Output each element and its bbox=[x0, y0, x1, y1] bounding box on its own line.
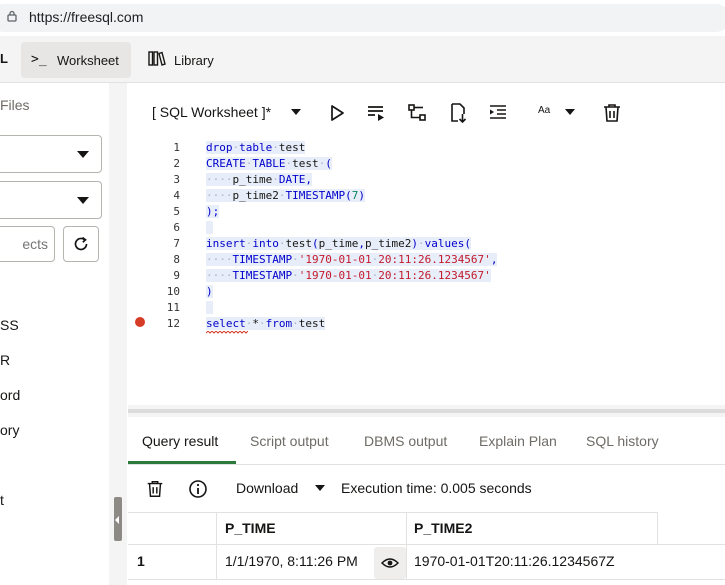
chevron-down-icon[interactable] bbox=[291, 109, 301, 115]
tab-dbms-output[interactable]: DBMS output bbox=[364, 433, 447, 449]
library-icon bbox=[148, 51, 166, 66]
code-line bbox=[206, 221, 213, 234]
tab-script-output[interactable]: Script output bbox=[250, 433, 329, 449]
line-number: 5 bbox=[173, 205, 180, 218]
object-item[interactable]: t bbox=[0, 492, 4, 508]
tab-library-label: Library bbox=[174, 53, 214, 68]
explain-plan-icon[interactable] bbox=[406, 102, 428, 124]
grid-line bbox=[128, 579, 725, 580]
code-line: drop·table·test bbox=[206, 141, 306, 154]
chevron-left-icon bbox=[115, 516, 119, 524]
view-value-button[interactable] bbox=[374, 547, 406, 579]
line-number: 2 bbox=[173, 157, 180, 170]
files-tab[interactable]: Files bbox=[0, 97, 30, 113]
error-squiggle bbox=[206, 331, 248, 334]
grid-line bbox=[657, 512, 658, 544]
tab-worksheet[interactable]: >_ Worksheet bbox=[21, 42, 131, 78]
object-item[interactable]: ord bbox=[0, 387, 20, 403]
object-item[interactable]: R bbox=[0, 352, 10, 368]
line-number: 9 bbox=[173, 269, 180, 282]
grid-line bbox=[406, 512, 407, 579]
result-tabs: Query result Script output DBMS output E… bbox=[128, 420, 725, 465]
execution-time: Execution time: 0.005 seconds bbox=[341, 480, 532, 496]
row-number: 1 bbox=[137, 553, 145, 569]
worksheet-title[interactable]: [ SQL Worksheet ]* bbox=[152, 104, 271, 120]
browser-address-bar: https://freesql.com bbox=[0, 0, 725, 36]
run-icon[interactable] bbox=[326, 102, 348, 124]
run-script-icon[interactable] bbox=[365, 102, 387, 124]
table-cell[interactable]: 1970-01-01T20:11:26.1234567Z bbox=[414, 553, 615, 569]
tab-library[interactable]: Library bbox=[146, 42, 236, 78]
tab-sql-history[interactable]: SQL history bbox=[586, 433, 659, 449]
eye-icon bbox=[381, 558, 399, 568]
trash-icon[interactable] bbox=[145, 479, 165, 499]
chevron-down-icon bbox=[77, 197, 89, 204]
info-icon[interactable] bbox=[188, 479, 208, 499]
table-cell[interactable]: 1/1/1970, 8:11:26 PM bbox=[225, 553, 358, 569]
chevron-down-icon[interactable] bbox=[565, 109, 575, 115]
line-number: 7 bbox=[173, 237, 180, 250]
url-text[interactable]: https://freesql.com bbox=[29, 9, 143, 25]
code-line: select·*·from·test bbox=[206, 317, 326, 330]
result-grid: P_TIME P_TIME2 1 1/1/1970, 8:11:26 PM 19… bbox=[128, 512, 725, 585]
chevron-down-icon[interactable] bbox=[315, 485, 325, 491]
code-line: ····p_time·DATE, bbox=[206, 173, 312, 186]
result-toolbar: Download Execution time: 0.005 seconds bbox=[128, 465, 725, 512]
splitter-line bbox=[128, 409, 725, 413]
tab-query-result[interactable]: Query result bbox=[142, 433, 218, 449]
terminal-icon: >_ bbox=[31, 52, 47, 67]
refresh-icon bbox=[74, 236, 88, 251]
active-tab-indicator bbox=[128, 461, 236, 464]
code-line: ) bbox=[206, 285, 213, 298]
grid-line bbox=[128, 544, 725, 545]
navigator-panel: Files SS R ord ory t bbox=[0, 83, 108, 585]
code-line bbox=[206, 301, 213, 314]
trash-icon[interactable] bbox=[601, 102, 623, 124]
code-line: ····TIMESTAMP·'1970-01-01·20:11:26.12345… bbox=[206, 269, 491, 282]
code-line: ····TIMESTAMP·'1970-01-01·20:11:26.12345… bbox=[206, 253, 498, 266]
app-header: L >_ Worksheet Library bbox=[0, 36, 725, 83]
grid-line bbox=[128, 512, 657, 513]
site-info-icon[interactable] bbox=[6, 10, 18, 22]
code-line: ); bbox=[206, 205, 220, 218]
column-header[interactable]: P_TIME2 bbox=[414, 520, 472, 536]
refresh-button[interactable] bbox=[63, 226, 99, 262]
code-editor[interactable]: 1 2 3 4 5 6 7 8 9 10 11 12 drop·table·te… bbox=[128, 133, 725, 405]
tab-explain-plan[interactable]: Explain Plan bbox=[479, 433, 557, 449]
line-number: 12 bbox=[166, 317, 180, 330]
tab-worksheet-label: Worksheet bbox=[57, 53, 119, 68]
code-line: ····p_time2·TIMESTAMP(7) bbox=[206, 189, 365, 202]
schema-select[interactable] bbox=[0, 135, 102, 173]
download-button[interactable]: Download bbox=[236, 480, 298, 496]
code-line: insert·into·test(p_time,p_time2)·values( bbox=[206, 237, 471, 250]
line-number: 3 bbox=[173, 173, 180, 186]
tab-sql[interactable]: L bbox=[0, 36, 8, 82]
line-number: 8 bbox=[173, 253, 180, 266]
line-number: 10 bbox=[166, 285, 180, 298]
format-icon[interactable] bbox=[487, 102, 509, 124]
object-item[interactable]: ory bbox=[0, 422, 19, 438]
search-objects-input[interactable] bbox=[0, 226, 55, 262]
code-line: CREATE·TABLE·test·( bbox=[206, 157, 332, 170]
line-number: 1 bbox=[173, 141, 180, 154]
worksheet-toolbar: [ SQL Worksheet ]* Aa bbox=[128, 83, 725, 133]
download-icon[interactable] bbox=[447, 102, 469, 124]
line-number: 11 bbox=[166, 301, 180, 314]
chevron-down-icon bbox=[77, 151, 89, 158]
font-size-button[interactable]: Aa bbox=[538, 105, 550, 116]
column-header[interactable]: P_TIME bbox=[225, 520, 276, 536]
object-item[interactable]: SS bbox=[0, 317, 19, 333]
object-type-select[interactable] bbox=[0, 181, 102, 219]
breakpoint-marker[interactable] bbox=[135, 317, 145, 327]
line-number: 6 bbox=[173, 221, 180, 234]
line-number: 4 bbox=[173, 189, 180, 202]
grid-line bbox=[216, 512, 217, 579]
